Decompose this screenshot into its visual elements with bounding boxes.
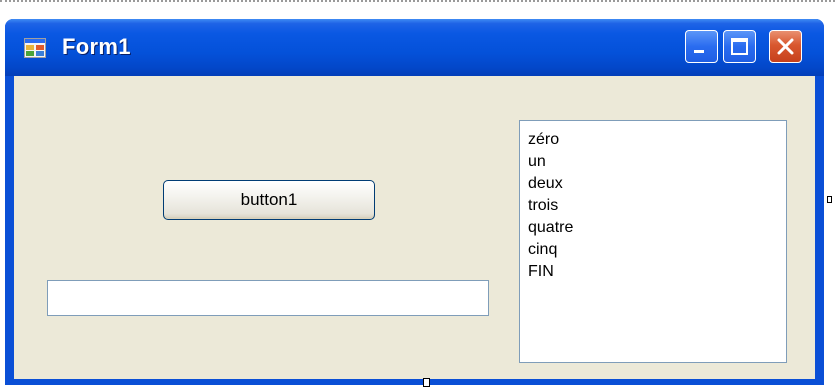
list-item[interactable]: zéro — [528, 129, 786, 151]
minimize-icon — [694, 50, 704, 53]
resize-handle-bottom[interactable] — [423, 378, 430, 387]
resize-handle-right[interactable] — [827, 196, 832, 203]
minimize-button[interactable] — [685, 30, 718, 63]
maximize-button[interactable] — [723, 30, 756, 63]
list-item[interactable]: quatre — [528, 217, 786, 239]
app-form-icon — [24, 38, 46, 58]
listbox[interactable]: zéro un deux trois quatre cinq FIN — [519, 120, 787, 363]
form-window: Form1 button1 zéro un deux trois quatre … — [5, 19, 824, 385]
window-title: Form1 — [62, 34, 131, 59]
designer-selection-border — [0, 0, 835, 6]
list-item[interactable]: un — [528, 151, 786, 173]
list-item[interactable]: deux — [528, 173, 786, 195]
form-client-area: button1 zéro un deux trois quatre cinq F… — [14, 76, 815, 379]
button1[interactable]: button1 — [163, 180, 375, 220]
close-icon — [777, 38, 794, 55]
title-bar[interactable]: Form1 — [5, 19, 824, 76]
list-item[interactable]: cinq — [528, 239, 786, 261]
maximize-icon — [731, 38, 748, 55]
text-input[interactable] — [47, 280, 489, 316]
list-item[interactable]: trois — [528, 195, 786, 217]
list-item[interactable]: FIN — [528, 261, 786, 283]
close-button[interactable] — [769, 30, 802, 63]
